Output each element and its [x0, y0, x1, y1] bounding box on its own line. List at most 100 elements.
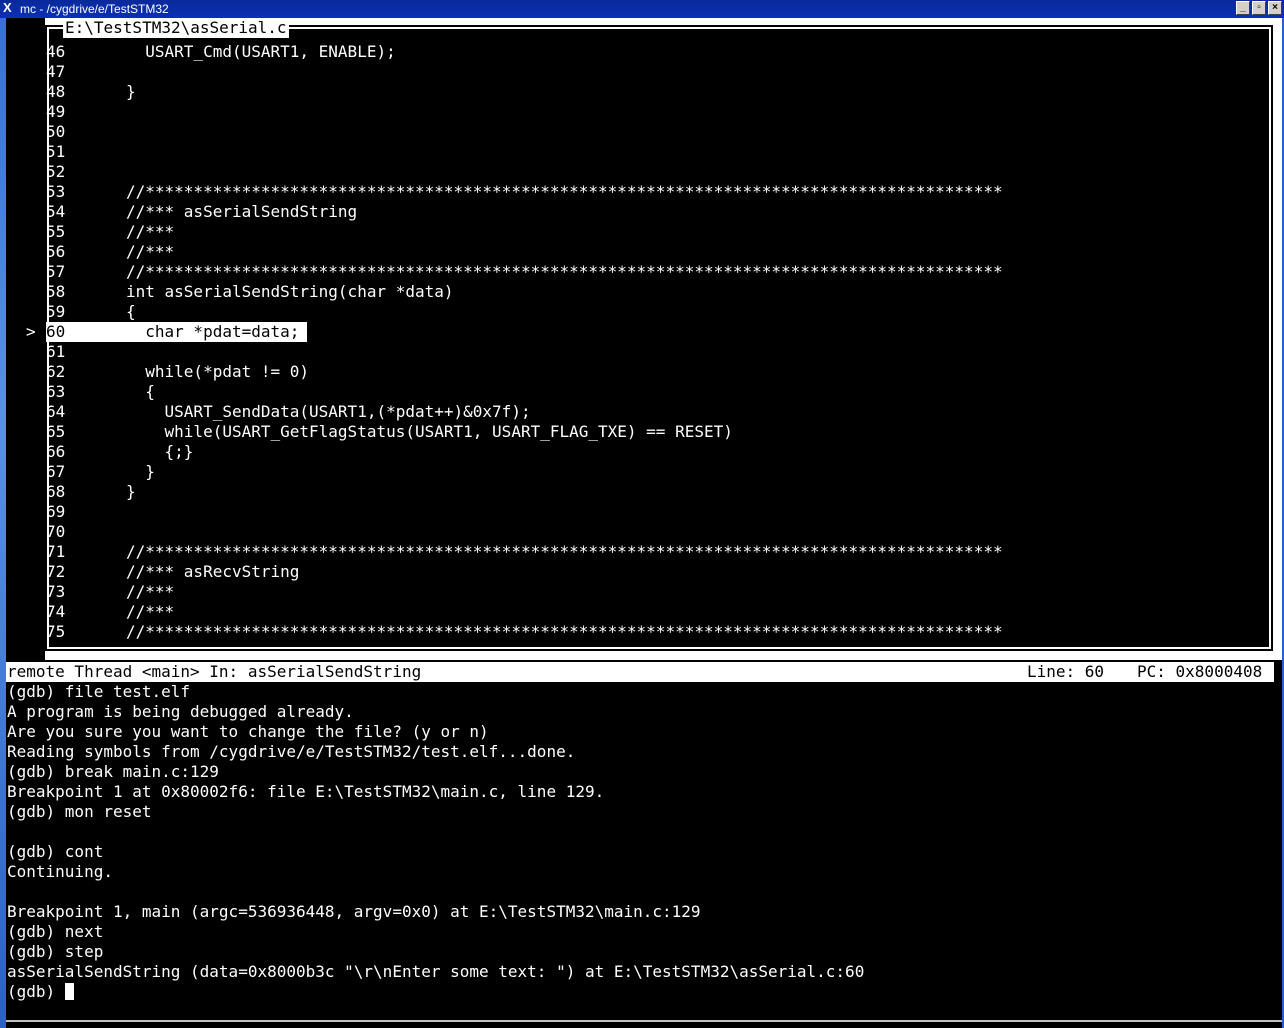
- source-line[interactable]: 63 {: [46, 382, 1268, 402]
- window-controls: _ ▫ ×: [1236, 1, 1282, 15]
- source-line[interactable]: 75 //************************************…: [46, 622, 1268, 642]
- console-prompt-line[interactable]: (gdb): [7, 982, 1277, 1002]
- line-number: 52: [46, 162, 66, 181]
- line-number: 61: [46, 342, 66, 361]
- source-line[interactable]: 69: [46, 502, 1268, 522]
- source-line[interactable]: 48}: [46, 82, 1268, 102]
- source-line[interactable]: 52: [46, 162, 1268, 182]
- console-line: (gdb) step: [7, 942, 104, 961]
- line-code: //***: [126, 582, 175, 601]
- console-line: (gdb) next: [7, 922, 104, 941]
- line-code: while(USART_GetFlagStatus(USART1, USART_…: [126, 422, 733, 441]
- source-line-current[interactable]: 60 char *pdat=data;: [46, 322, 1268, 342]
- line-number: 71: [46, 542, 66, 561]
- line-code: //*** asSerialSendString: [126, 202, 358, 221]
- console-line: Breakpoint 1 at 0x80002f6: file E:\TestS…: [7, 782, 605, 801]
- source-line[interactable]: 47: [46, 62, 1268, 82]
- source-line[interactable]: 59 {: [46, 302, 1268, 322]
- line-code: {: [126, 302, 136, 321]
- console-line: Are you sure you want to change the file…: [7, 722, 489, 741]
- source-line[interactable]: 68}: [46, 482, 1268, 502]
- line-number: 48: [46, 82, 66, 101]
- line-number: 56: [46, 242, 66, 261]
- source-line[interactable]: 62 while(*pdat != 0): [46, 362, 1268, 382]
- source-line[interactable]: 65 while(USART_GetFlagStatus(USART1, USA…: [46, 422, 1268, 442]
- console-line: Breakpoint 1, main (argc=536936448, argv…: [7, 902, 701, 921]
- gdb-console[interactable]: (gdb) file test.elf A program is being d…: [7, 682, 1277, 1002]
- line-number: 47: [46, 62, 66, 81]
- line-number: 70: [46, 522, 66, 541]
- line-code: USART_SendData(USART1,(*pdat++)&0x7f);: [126, 402, 531, 421]
- window-title: mc - /cygdrive/e/TestSTM32: [20, 2, 169, 16]
- status-bar: remote Thread <main> In: asSerialSendStr…: [6, 662, 1274, 682]
- source-line[interactable]: 57 //************************************…: [46, 262, 1268, 282]
- line-number: 65: [46, 422, 66, 441]
- line-number: 50: [46, 122, 66, 141]
- source-line[interactable]: 61: [46, 342, 1268, 362]
- line-number: 53: [46, 182, 66, 201]
- source-line[interactable]: 64 USART_SendData(USART1,(*pdat++)&0x7f)…: [46, 402, 1268, 422]
- line-code: //**************************************…: [126, 182, 1003, 201]
- source-lines[interactable]: 46 USART_Cmd(USART1, ENABLE); 47 48} 49 …: [46, 42, 1268, 642]
- source-line[interactable]: 53 //************************************…: [46, 182, 1268, 202]
- line-code: while(*pdat != 0): [126, 362, 310, 381]
- line-number: 58: [46, 282, 66, 301]
- line-code: }: [126, 482, 136, 501]
- source-line[interactable]: 66 {;}: [46, 442, 1268, 462]
- line-number: 55: [46, 222, 66, 241]
- gdb-prompt: (gdb): [7, 982, 65, 1001]
- source-line[interactable]: 58 int asSerialSendString(char *data): [46, 282, 1268, 302]
- source-line[interactable]: 70: [46, 522, 1268, 542]
- maximize-button[interactable]: ▫: [1252, 1, 1266, 15]
- source-line[interactable]: 71 //************************************…: [46, 542, 1268, 562]
- line-number: 72: [46, 562, 66, 581]
- console-line: (gdb) cont: [7, 842, 104, 861]
- source-line[interactable]: 49: [46, 102, 1268, 122]
- line-code: int asSerialSendString(char *data): [126, 282, 454, 301]
- console-line: Reading symbols from /cygdrive/e/TestSTM…: [7, 742, 576, 761]
- line-number: 75: [46, 622, 66, 641]
- line-code: //***: [126, 222, 175, 241]
- window-bottom-edge: [6, 1020, 1282, 1022]
- line-number: 57: [46, 262, 66, 281]
- line-code: //**************************************…: [126, 542, 1003, 561]
- minimize-button[interactable]: _: [1236, 1, 1250, 15]
- console-line: A program is being debugged already.: [7, 702, 354, 721]
- line-number: 69: [46, 502, 66, 521]
- line-code: char *pdat=data;: [126, 322, 300, 341]
- status-line-number: Line: 60: [1027, 662, 1105, 681]
- line-number: 68: [46, 482, 66, 501]
- window-title-bar[interactable]: X mc - /cygdrive/e/TestSTM32 _ ▫ ×: [0, 0, 1284, 18]
- source-line[interactable]: 56 //***: [46, 242, 1268, 262]
- status-program-counter: PC: 0x8000408: [1137, 662, 1263, 681]
- source-line[interactable]: 74 //***: [46, 602, 1268, 622]
- source-filename: E:\TestSTM32\asSerial.c: [63, 18, 289, 38]
- line-code: //***: [126, 242, 175, 261]
- line-code: //**************************************…: [126, 262, 1003, 281]
- line-number: 46: [46, 42, 66, 61]
- source-line[interactable]: 46 USART_Cmd(USART1, ENABLE);: [46, 42, 1268, 62]
- text-cursor[interactable]: [64, 983, 74, 1000]
- line-number: 59: [46, 302, 66, 321]
- source-line[interactable]: 54 //*** asSerialSendString: [46, 202, 1268, 222]
- source-line[interactable]: 55 //***: [46, 222, 1268, 242]
- line-number: 62: [46, 362, 66, 381]
- console-line: asSerialSendString (data=0x8000b3c "\r\n…: [7, 962, 865, 981]
- line-code: {: [126, 382, 155, 401]
- close-button[interactable]: ×: [1268, 1, 1282, 15]
- current-line-marker: >: [26, 322, 36, 341]
- line-code: }: [126, 82, 136, 101]
- line-number: 63: [46, 382, 66, 401]
- line-number: 54: [46, 202, 66, 221]
- line-number: 49: [46, 102, 66, 121]
- source-line[interactable]: 72 //*** asRecvString: [46, 562, 1268, 582]
- line-number: 73: [46, 582, 66, 601]
- line-code: //*** asRecvString: [126, 562, 300, 581]
- source-line[interactable]: 67 }: [46, 462, 1268, 482]
- source-line[interactable]: 73 //***: [46, 582, 1268, 602]
- source-line[interactable]: 50: [46, 122, 1268, 142]
- source-line[interactable]: 51: [46, 142, 1268, 162]
- status-thread: remote Thread <main> In: asSerialSendStr…: [7, 662, 422, 681]
